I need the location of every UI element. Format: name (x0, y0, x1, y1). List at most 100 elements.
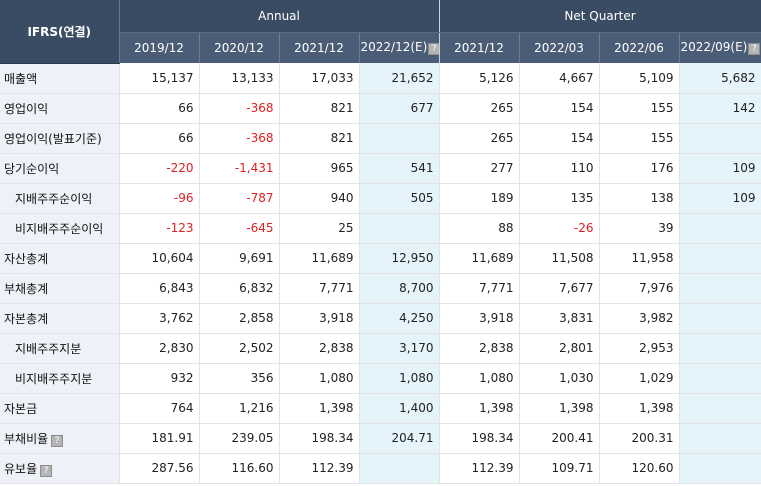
help-icon[interactable]: ? (51, 434, 64, 447)
table-row: 부채비율? 181.91 239.05 198.34 204.71 198.34 200.4… (0, 423, 761, 454)
value-cell: -96 (119, 183, 200, 214)
table-row: 당기순이익 -220 -1,431 965 541 277 110 176 109 (0, 153, 761, 184)
value-cell: 155 (599, 123, 680, 154)
row-label: 자산총계 (0, 243, 120, 274)
period-header-estimate: 2022/09(E)? (679, 32, 761, 63)
value-cell: 11,689 (279, 243, 360, 274)
value-cell: 1,398 (439, 393, 520, 424)
value-cell: 2,858 (199, 303, 280, 334)
value-cell: 1,080 (279, 363, 360, 394)
value-cell: 1,030 (519, 363, 600, 394)
help-icon[interactable]: ? (428, 43, 439, 56)
row-label: 자본총계 (0, 303, 120, 334)
value-cell: 4,250 (359, 303, 440, 334)
value-cell: 2,838 (279, 333, 360, 364)
value-cell: 3,831 (519, 303, 600, 334)
value-cell: 505 (359, 183, 440, 214)
value-cell: 932 (119, 363, 200, 394)
value-cell: 155 (599, 93, 680, 124)
value-cell: 200.31 (599, 423, 680, 454)
row-label: 자본금 (0, 393, 120, 424)
value-cell: 12,950 (359, 243, 440, 274)
value-cell: -368 (199, 123, 280, 154)
row-label: 비지배주주지분 (0, 363, 120, 394)
value-cell: 112.39 (279, 453, 360, 484)
value-cell: -123 (119, 213, 200, 244)
value-cell: 13,133 (199, 63, 280, 94)
value-cell (359, 123, 440, 154)
value-cell: 2,830 (119, 333, 200, 364)
table-row: 지배주주지분 2,830 2,502 2,838 3,170 2,838 2,801 2,95… (0, 333, 761, 364)
value-cell: 3,762 (119, 303, 200, 334)
value-cell: 154 (519, 93, 600, 124)
value-cell: 2,502 (199, 333, 280, 364)
value-cell: 116.60 (199, 453, 280, 484)
value-cell: 135 (519, 183, 600, 214)
value-cell (679, 333, 761, 364)
row-label: 영업이익(발표기준) (0, 123, 120, 154)
value-cell: 11,958 (599, 243, 680, 274)
table-row: 자산총계 10,604 9,691 11,689 12,950 11,689 11,508 1… (0, 243, 761, 274)
row-label: 유보율? (0, 453, 120, 484)
value-cell (679, 243, 761, 274)
value-cell: 6,843 (119, 273, 200, 304)
period-header: 2021/12 (439, 32, 520, 63)
value-cell: 181.91 (119, 423, 200, 454)
value-cell: 154 (519, 123, 600, 154)
value-cell: 112.39 (439, 453, 520, 484)
value-cell (359, 213, 440, 244)
table-row: 자본총계 3,762 2,858 3,918 4,250 3,918 3,831 3,982 (0, 303, 761, 334)
value-cell: 142 (679, 93, 761, 124)
value-cell (679, 213, 761, 244)
value-cell: 239.05 (199, 423, 280, 454)
value-cell: -368 (199, 93, 280, 124)
value-cell: 5,126 (439, 63, 520, 94)
value-cell: 2,801 (519, 333, 600, 364)
row-label: 영업이익 (0, 93, 120, 124)
value-cell: 109.71 (519, 453, 600, 484)
value-cell: 109 (679, 153, 761, 184)
value-cell: 15,137 (119, 63, 200, 94)
value-cell: 821 (279, 93, 360, 124)
value-cell: 7,771 (439, 273, 520, 304)
value-cell: 1,398 (519, 393, 600, 424)
value-cell: 3,170 (359, 333, 440, 364)
value-cell (679, 303, 761, 334)
value-cell: 109 (679, 183, 761, 214)
row-label: 부채비율? (0, 423, 120, 454)
value-cell: 277 (439, 153, 520, 184)
value-cell: 265 (439, 123, 520, 154)
period-header: 2019/12 (119, 32, 200, 63)
value-cell (679, 273, 761, 304)
period-header: 2022/06 (599, 32, 680, 63)
value-cell (359, 453, 440, 484)
value-cell: 66 (119, 123, 200, 154)
row-label: 비지배주주순이익 (0, 213, 120, 244)
value-cell: 2,953 (599, 333, 680, 364)
value-cell: 677 (359, 93, 440, 124)
value-cell: 4,667 (519, 63, 600, 94)
financial-highlight-table: IFRS(연결) Annual Net Quarter 2019/12 2020… (0, 0, 761, 484)
table-row: 비지배주주지분 932 356 1,080 1,080 1,080 1,030 1,029 (0, 363, 761, 394)
value-cell: 21,652 (359, 63, 440, 94)
value-cell: 541 (359, 153, 440, 184)
value-cell: 110 (519, 153, 600, 184)
value-cell: 6,832 (199, 273, 280, 304)
row-label: 지배주주지분 (0, 333, 120, 364)
row-label: 지배주주순이익 (0, 183, 120, 214)
value-cell (679, 423, 761, 454)
table-row: 영업이익(발표기준) 66 -368 821 265 154 155 (0, 123, 761, 154)
value-cell: 11,689 (439, 243, 520, 274)
value-cell (679, 393, 761, 424)
value-cell: 821 (279, 123, 360, 154)
table-row: 자본금 764 1,216 1,398 1,400 1,398 1,398 1,398 (0, 393, 761, 424)
value-cell: 204.71 (359, 423, 440, 454)
row-label: 당기순이익 (0, 153, 120, 184)
help-icon[interactable]: ? (748, 43, 761, 56)
annual-group-header: Annual (119, 0, 440, 33)
help-icon[interactable]: ? (40, 464, 53, 477)
value-cell: 265 (439, 93, 520, 124)
table-row: 지배주주순이익 -96 -787 940 505 189 135 138 109 (0, 183, 761, 214)
value-cell: 198.34 (279, 423, 360, 454)
period-header-estimate: 2022/12(E)? (359, 32, 440, 63)
